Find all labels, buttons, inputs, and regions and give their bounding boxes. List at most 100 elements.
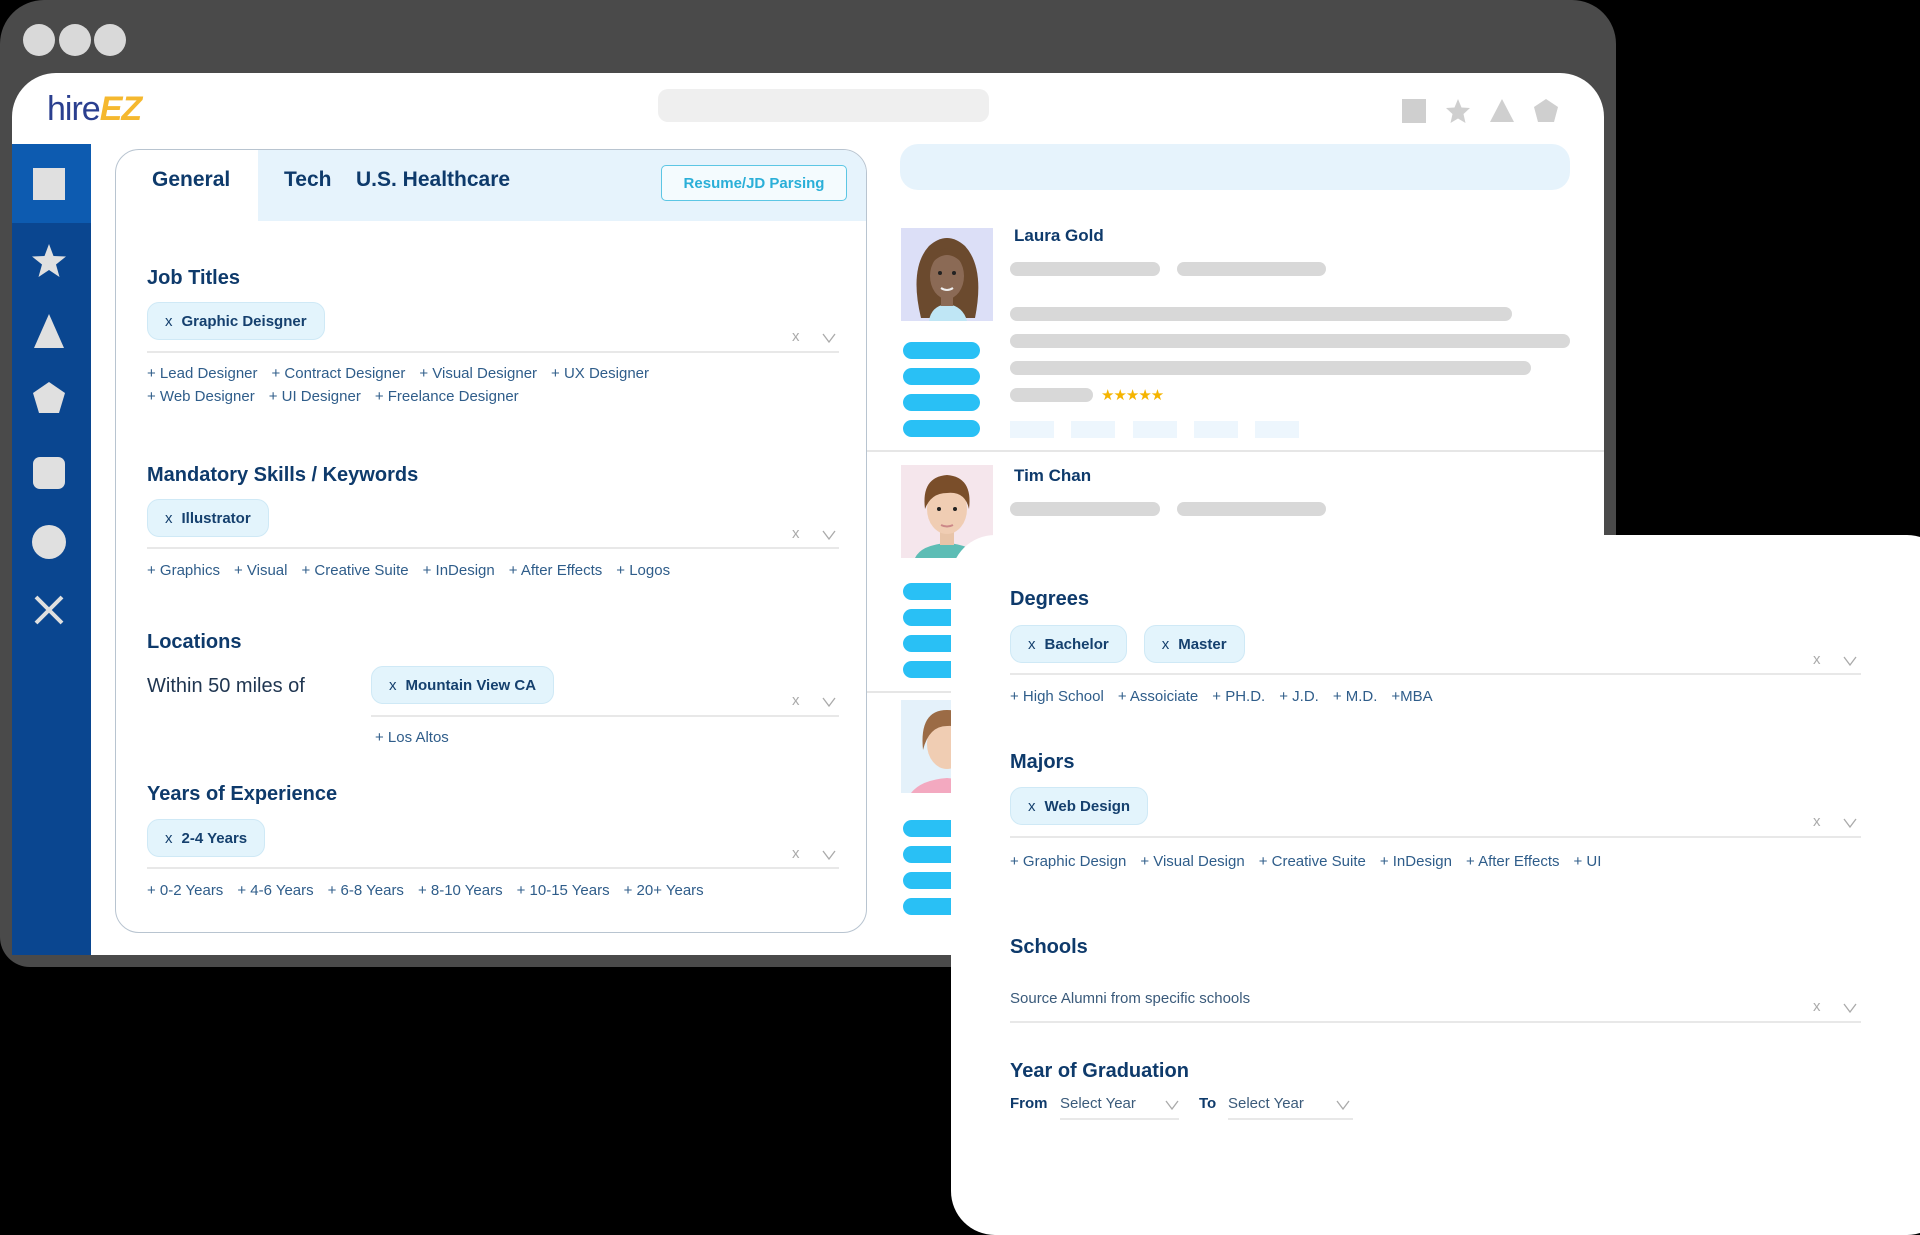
suggestion-item[interactable]: + J.D. xyxy=(1279,688,1319,705)
suggestion-item[interactable]: + UI Designer xyxy=(269,388,361,405)
clear-icon[interactable]: x xyxy=(1813,651,1821,668)
suggestion-item[interactable]: + 8-10 Years xyxy=(418,882,503,899)
majors-input[interactable] xyxy=(1010,836,1861,838)
suggestion-item[interactable]: + Los Altos xyxy=(375,729,449,746)
circle-icon[interactable] xyxy=(31,524,67,560)
suggestion-item[interactable]: + Visual Designer xyxy=(419,365,537,382)
suggestion-item[interactable]: + UI xyxy=(1574,853,1602,870)
to-year-select[interactable]: Select Year xyxy=(1228,1095,1304,1112)
job-titles-input[interactable] xyxy=(147,351,839,353)
suggestion-item[interactable]: + M.D. xyxy=(1333,688,1378,705)
candidate-name[interactable]: Laura Gold xyxy=(1014,226,1104,246)
suggestion-item[interactable]: + 20+ Years xyxy=(624,882,704,899)
degrees-input[interactable] xyxy=(1010,673,1861,675)
suggestion-item[interactable]: + Assoiciate xyxy=(1118,688,1198,705)
chevron-down-icon[interactable] xyxy=(1843,656,1857,666)
results-search-bar[interactable] xyxy=(900,144,1570,190)
selected-chip[interactable]: x Bachelor xyxy=(1010,625,1127,663)
suggestion-item[interactable]: + InDesign xyxy=(423,562,495,579)
chevron-down-icon[interactable] xyxy=(822,530,836,540)
suggestion-item[interactable]: + High School xyxy=(1010,688,1104,705)
clear-icon[interactable]: x xyxy=(1813,813,1821,830)
selected-chip[interactable]: x Master xyxy=(1143,625,1245,663)
star-icon[interactable] xyxy=(1445,98,1471,124)
tab-tech[interactable]: Tech xyxy=(284,168,331,192)
suggestion-item[interactable]: +MBA xyxy=(1391,688,1432,705)
experience-input[interactable] xyxy=(147,867,839,869)
suggestion-item[interactable]: + Visual Design xyxy=(1140,853,1244,870)
schools-underline xyxy=(1010,1021,1861,1023)
suggestion-item[interactable]: + 4-6 Years xyxy=(237,882,313,899)
close-icon[interactable] xyxy=(31,592,67,628)
chevron-down-icon[interactable] xyxy=(1843,1003,1857,1013)
action-pill[interactable] xyxy=(903,394,980,411)
chevron-down-icon[interactable] xyxy=(822,850,836,860)
suggestion-item[interactable]: + After Effects xyxy=(1466,853,1560,870)
chevron-down-icon[interactable] xyxy=(1336,1100,1350,1110)
chevron-down-icon[interactable] xyxy=(1165,1100,1179,1110)
resume-jd-parsing-button[interactable]: Resume/JD Parsing xyxy=(661,165,847,201)
clear-icon[interactable]: x xyxy=(792,692,800,709)
selected-chip[interactable]: x Mountain View CA xyxy=(371,666,555,704)
remove-chip-icon[interactable]: x xyxy=(165,830,173,847)
square-icon[interactable] xyxy=(31,166,67,202)
schools-input[interactable]: Source Alumni from specific schools xyxy=(1010,990,1250,1007)
suggestion-item[interactable]: + Logos xyxy=(616,562,670,579)
tab-us-healthcare[interactable]: U.S. Healthcare xyxy=(356,168,510,192)
skills-input[interactable] xyxy=(147,547,839,549)
remove-chip-icon[interactable]: x xyxy=(165,510,173,527)
clear-icon[interactable]: x xyxy=(792,328,800,345)
suggestion-item[interactable]: + Freelance Designer xyxy=(375,388,519,405)
suggestion-item[interactable]: + InDesign xyxy=(1380,853,1452,870)
remove-chip-icon[interactable]: x xyxy=(1162,636,1170,653)
selected-chip[interactable]: x Web Design xyxy=(1010,787,1149,825)
selected-chip[interactable]: x Illustrator xyxy=(147,499,269,537)
suggestion-item[interactable]: + Graphics xyxy=(147,562,220,579)
suggestion-item[interactable]: + 10-15 Years xyxy=(517,882,610,899)
tab-general[interactable]: General xyxy=(152,168,230,192)
action-pill[interactable] xyxy=(903,368,980,385)
action-pill[interactable] xyxy=(903,420,980,437)
pentagon-icon[interactable] xyxy=(31,380,67,416)
remove-chip-icon[interactable]: x xyxy=(389,677,397,694)
remove-chip-icon[interactable]: x xyxy=(1028,798,1036,815)
suggestion-item[interactable]: + Web Designer xyxy=(147,388,255,405)
suggestion-item[interactable]: + Contract Designer xyxy=(272,365,406,382)
triangle-icon[interactable] xyxy=(1489,98,1515,124)
candidate-photo[interactable] xyxy=(901,228,993,321)
action-pill[interactable] xyxy=(903,342,980,359)
suggestion-item[interactable]: + Graphic Design xyxy=(1010,853,1126,870)
chevron-down-icon[interactable] xyxy=(1843,818,1857,828)
square-icon[interactable] xyxy=(1401,98,1427,124)
chevron-down-icon[interactable] xyxy=(822,333,836,343)
suggestion-item[interactable]: + UX Designer xyxy=(551,365,649,382)
clear-icon[interactable]: x xyxy=(1813,998,1821,1015)
suggestion-item[interactable]: + PH.D. xyxy=(1212,688,1265,705)
pentagon-icon[interactable] xyxy=(1533,98,1559,124)
clear-icon[interactable]: x xyxy=(792,845,800,862)
address-bar[interactable] xyxy=(658,89,989,122)
window-dot-maximize[interactable] xyxy=(94,24,126,56)
selected-chip[interactable]: x 2-4 Years xyxy=(147,819,266,857)
suggestion-item[interactable]: + Visual xyxy=(234,562,288,579)
suggestion-item[interactable]: + Lead Designer xyxy=(147,365,258,382)
window-dot-minimize[interactable] xyxy=(59,24,91,56)
rounded-square-icon[interactable] xyxy=(31,455,67,491)
from-year-select[interactable]: Select Year xyxy=(1060,1095,1136,1112)
suggestion-item[interactable]: + 6-8 Years xyxy=(328,882,404,899)
suggestion-item[interactable]: + After Effects xyxy=(509,562,603,579)
candidate-name[interactable]: Tim Chan xyxy=(1014,466,1091,486)
triangle-icon[interactable] xyxy=(31,313,67,349)
hireez-logo[interactable]: hireEZ xyxy=(47,90,142,129)
remove-chip-icon[interactable]: x xyxy=(165,313,173,330)
chevron-down-icon[interactable] xyxy=(822,697,836,707)
window-dot-close[interactable] xyxy=(23,24,55,56)
clear-icon[interactable]: x xyxy=(792,525,800,542)
selected-chip[interactable]: x Graphic Deisgner xyxy=(147,302,325,340)
suggestion-item[interactable]: + Creative Suite xyxy=(301,562,408,579)
star-icon[interactable] xyxy=(31,243,67,279)
suggestion-item[interactable]: + Creative Suite xyxy=(1259,853,1366,870)
suggestion-item[interactable]: + 0-2 Years xyxy=(147,882,223,899)
location-input[interactable] xyxy=(371,715,839,717)
remove-chip-icon[interactable]: x xyxy=(1028,636,1036,653)
